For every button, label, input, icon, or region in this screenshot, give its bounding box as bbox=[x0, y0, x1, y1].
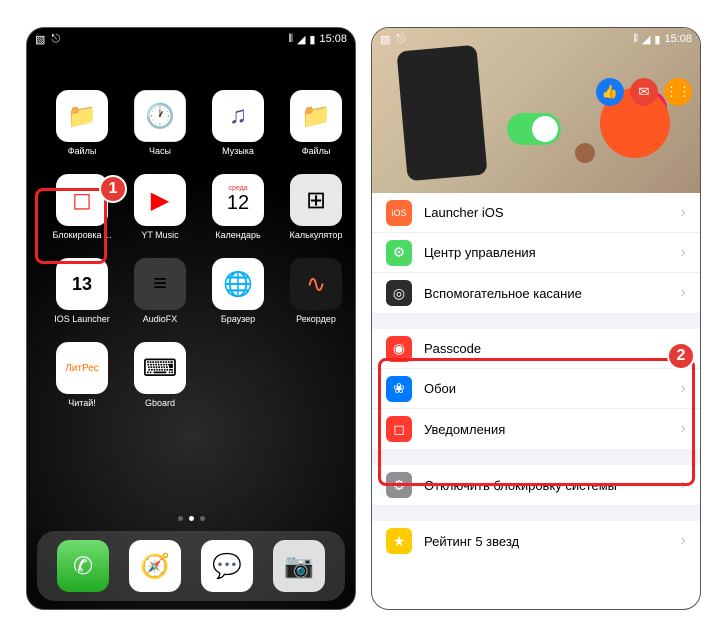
settings-row-control-center[interactable]: ⚙ Центр управления› bbox=[372, 233, 700, 273]
app-label: Читай! bbox=[47, 398, 117, 408]
app-label: Файлы bbox=[47, 146, 117, 156]
page-dot[interactable] bbox=[178, 516, 183, 521]
app-litres[interactable]: ЛитРес Читай! bbox=[47, 342, 117, 408]
messages-icon[interactable]: 💬 bbox=[201, 540, 253, 592]
page-dot[interactable] bbox=[200, 516, 205, 521]
app-label: AudioFX bbox=[125, 314, 195, 324]
safari-icon[interactable]: 🧭 bbox=[129, 540, 181, 592]
camera-icon[interactable]: 📷 bbox=[273, 540, 325, 592]
gboard-icon: ⌨ bbox=[134, 342, 186, 394]
clock-time: 15:08 bbox=[319, 33, 347, 45]
cast-icon: ⎋ bbox=[51, 33, 60, 46]
launcher-ios-icon: iOS bbox=[386, 200, 412, 226]
audiofx-icon: ≡ bbox=[134, 258, 186, 310]
yt-music-icon: ▶ bbox=[134, 174, 186, 226]
app-label: Календарь bbox=[203, 230, 273, 240]
app-folder[interactable]: 📁 Файлы bbox=[281, 90, 351, 156]
phone-right-settings: ▧ ⎋ ⫴ ◢ ▮ 15:08 👍 ✉ ⋮⋮ iOSLauncher iOS›⚙… bbox=[371, 27, 701, 610]
annotation-badge-1: 1 bbox=[99, 175, 127, 203]
app-label: IOS Launcher bbox=[47, 314, 117, 324]
signal-icon: ◢ bbox=[297, 33, 305, 46]
settings-row-label: Центр управления bbox=[424, 245, 681, 260]
app-label: Рекордер bbox=[281, 314, 351, 324]
share-button[interactable]: ⋮⋮ bbox=[664, 78, 692, 106]
music-icon: ♫ bbox=[212, 90, 264, 142]
app-label: YT Music bbox=[125, 230, 195, 240]
settings-header: ▧ ⎋ ⫴ ◢ ▮ 15:08 👍 ✉ ⋮⋮ bbox=[372, 28, 700, 193]
folder-icon: 📁 bbox=[56, 90, 108, 142]
vibrate-icon: ⫴ bbox=[288, 33, 293, 46]
app-ios-launcher[interactable]: 13 IOS Launcher bbox=[47, 258, 117, 324]
settings-row-label: Passcode bbox=[424, 341, 681, 356]
master-toggle[interactable] bbox=[507, 113, 561, 145]
annotation-highlight-1 bbox=[35, 188, 107, 264]
app-clock[interactable]: 🕐 Часы bbox=[125, 90, 195, 156]
settings-row-assistive-touch[interactable]: ◎ Вспомогательное касание› bbox=[372, 273, 700, 313]
signal-icon: ◢ bbox=[642, 33, 650, 46]
chevron-right-icon: › bbox=[681, 532, 686, 550]
rate-icon: ★ bbox=[386, 528, 412, 554]
chevron-right-icon: › bbox=[681, 244, 686, 262]
assistive-touch-icon: ◎ bbox=[386, 280, 412, 306]
page-dots[interactable] bbox=[27, 516, 355, 521]
gmail-button[interactable]: ✉ bbox=[630, 78, 658, 106]
settings-row-label: Launcher iOS bbox=[424, 205, 681, 220]
phone-left-homescreen: ▧ ⎋ ⫴ ◢ ▮ 15:08 📁 Файлы 🕐 Часы ♫ Музыка 📁 Файлы… bbox=[26, 27, 356, 610]
vibrate-icon: ⫴ bbox=[633, 33, 638, 46]
litres-icon: ЛитРес bbox=[56, 342, 108, 394]
app-music[interactable]: ♫ Музыка bbox=[203, 90, 273, 156]
settings-group: iOSLauncher iOS›⚙Центр управления›◎Вспом… bbox=[372, 193, 700, 313]
app-label: Калькулятор bbox=[281, 230, 351, 240]
annotation-highlight-2 bbox=[378, 358, 695, 486]
chevron-right-icon: › bbox=[681, 204, 686, 222]
settings-row-launcher-ios[interactable]: iOS Launcher iOS› bbox=[372, 193, 700, 233]
photo-indicator-icon: ▧ bbox=[35, 33, 45, 46]
settings-group: ★ Рейтинг 5 звезд› bbox=[372, 521, 700, 561]
chevron-right-icon: › bbox=[681, 284, 686, 302]
app-label: Музыка bbox=[203, 146, 273, 156]
app-folder[interactable]: 📁 Файлы bbox=[47, 90, 117, 156]
browser-icon: 🌐 bbox=[212, 258, 264, 310]
battery-icon: ▮ bbox=[654, 33, 660, 46]
app-calculator[interactable]: ⊞ Калькулятор bbox=[281, 174, 351, 240]
folder-icon: 📁 bbox=[290, 90, 342, 142]
app-label: Часы bbox=[125, 146, 195, 156]
photo-indicator-icon: ▧ bbox=[380, 33, 390, 46]
clock-time: 15:08 bbox=[664, 33, 692, 45]
app-recorder[interactable]: ∿ Рекордер bbox=[281, 258, 351, 324]
clock-icon: 🕐 bbox=[134, 90, 186, 142]
dock: ✆ 🧭 💬 📷 bbox=[37, 531, 345, 601]
recorder-icon: ∿ bbox=[290, 258, 342, 310]
app-audiofx[interactable]: ≡ AudioFX bbox=[125, 258, 195, 324]
ios-launcher-icon: 13 bbox=[56, 258, 108, 310]
battery-icon: ▮ bbox=[309, 33, 315, 46]
phone-icon[interactable]: ✆ bbox=[57, 540, 109, 592]
status-bar: ▧ ⎋ ⫴ ◢ ▮ 15:08 bbox=[372, 28, 700, 50]
calculator-icon: ⊞ bbox=[290, 174, 342, 226]
settings-row-rate[interactable]: ★ Рейтинг 5 звезд› bbox=[372, 521, 700, 561]
app-browser[interactable]: 🌐 Браузер bbox=[203, 258, 273, 324]
app-label: Браузер bbox=[203, 314, 273, 324]
control-center-icon: ⚙ bbox=[386, 240, 412, 266]
app-gboard[interactable]: ⌨ Gboard bbox=[125, 342, 195, 408]
status-bar: ▧ ⎋ ⫴ ◢ ▮ 15:08 bbox=[27, 28, 355, 50]
cast-icon: ⎋ bbox=[396, 33, 405, 46]
annotation-badge-2: 2 bbox=[667, 342, 695, 370]
calendar-icon: среда12 bbox=[212, 174, 264, 226]
app-calendar[interactable]: среда12 Календарь bbox=[203, 174, 273, 240]
like-button[interactable]: 👍 bbox=[596, 78, 624, 106]
app-label: Файлы bbox=[281, 146, 351, 156]
app-yt-music[interactable]: ▶ YT Music bbox=[125, 174, 195, 240]
settings-row-label: Рейтинг 5 звезд bbox=[424, 534, 681, 549]
settings-row-label: Вспомогательное касание bbox=[424, 286, 681, 301]
page-dot-active[interactable] bbox=[189, 516, 194, 521]
app-label: Gboard bbox=[125, 398, 195, 408]
